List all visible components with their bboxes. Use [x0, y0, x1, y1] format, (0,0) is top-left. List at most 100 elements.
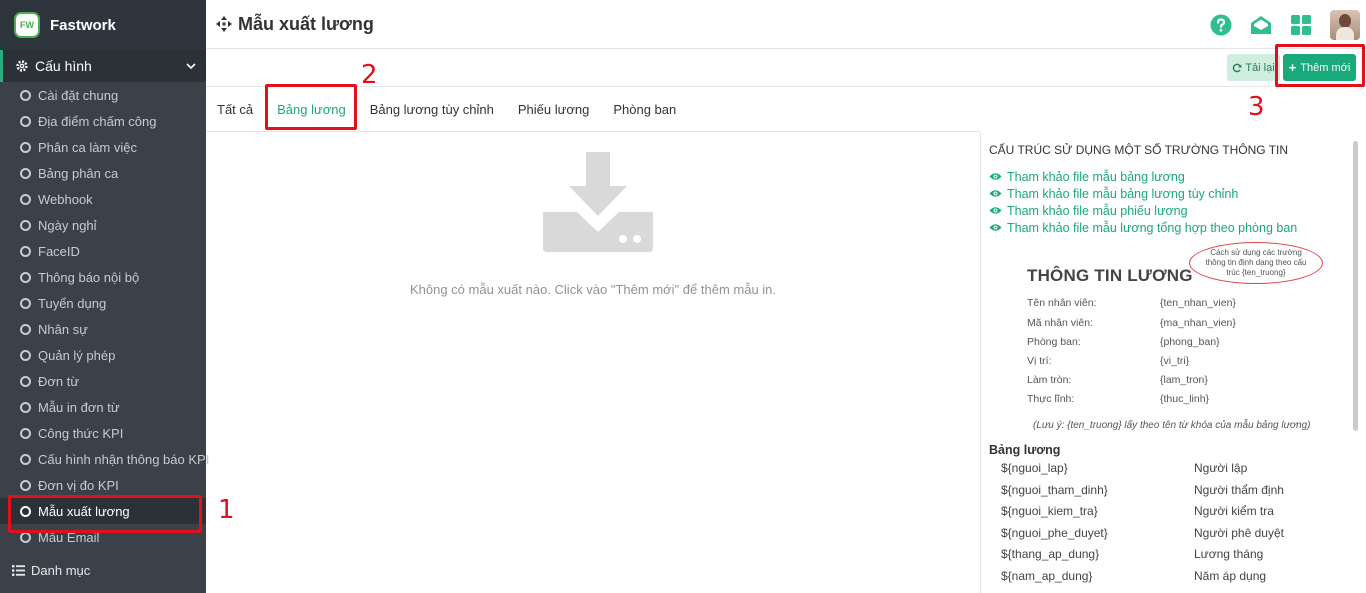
sidebar-item-label: Đơn vị đo KPI	[38, 477, 119, 493]
field-key: ${thang_ap_dung}	[1001, 547, 1100, 562]
sidebar-item-cai-dat-chung[interactable]: Cài đặt chung	[0, 82, 206, 108]
list-icon	[12, 564, 25, 576]
sidebar-item-phan-ca-lam-viec[interactable]: Phân ca làm việc	[0, 134, 206, 160]
sidebar-section-danh-muc[interactable]: Danh mục	[0, 556, 206, 584]
reload-button[interactable]: Tải lại	[1227, 54, 1280, 81]
sidebar-item-cong-thuc-kpi[interactable]: Công thức KPI	[0, 420, 206, 446]
sample-key: Làm tròn:	[1027, 374, 1072, 386]
eye-icon	[989, 207, 1002, 214]
sidebar-item-faceid[interactable]: FaceID	[0, 238, 206, 264]
apps-grid-icon[interactable]	[1290, 14, 1312, 36]
circle-icon	[20, 479, 31, 491]
eye-icon	[989, 173, 1002, 180]
sidebar-item-webhook[interactable]: Webhook	[0, 186, 206, 212]
sidebar-item-label: Webhook	[38, 191, 93, 207]
sidebar-item-thong-bao-noi-bo[interactable]: Thông báo nội bộ	[0, 264, 206, 290]
empty-state: Không có mẫu xuất nào. Click vào "Thêm m…	[206, 132, 980, 593]
sample-image: THÔNG TIN LƯƠNG Cách sử dụng các trường …	[1007, 242, 1347, 438]
sidebar-item-tuyen-dung[interactable]: Tuyển dụng	[0, 290, 206, 316]
field-key: ${nguoi_lap}	[1001, 461, 1068, 475]
link-sample-phieu-luong[interactable]: Tham khảo file mẫu phiếu lương	[989, 202, 1297, 219]
circle-icon	[20, 453, 31, 465]
sample-title: THÔNG TIN LƯƠNG	[1027, 266, 1193, 285]
move-arrows-icon	[216, 16, 232, 32]
panel-title: CẤU TRÚC SỬ DỤNG MỘT SỐ TRƯỜNG THÔNG TIN	[989, 143, 1289, 157]
annotation-box-1	[8, 495, 202, 533]
circle-icon	[20, 297, 31, 309]
sidebar-item-cau-hinh-thong-bao-kpi[interactable]: Cấu hình nhận thông báo KPI	[0, 446, 210, 472]
tab-phieu-luong[interactable]: Phiếu lương	[518, 102, 589, 117]
sidebar-item-label: Quản lý phép	[38, 347, 116, 363]
field-key: ${nguoi_tham_dinh}	[1001, 482, 1108, 497]
sidebar-item-nhan-su[interactable]: Nhân sự	[0, 316, 206, 342]
field-structure-panel: CẤU TRÚC SỬ DỤNG MỘT SỐ TRƯỜNG THÔNG TIN…	[980, 132, 1366, 593]
field-row: ${thang_ap_dung} Lương tháng	[1001, 547, 1341, 569]
link-sample-bang-luong[interactable]: Tham khảo file mẫu bảng lương	[989, 168, 1297, 185]
circle-icon	[20, 115, 31, 127]
sample-value: {lam_tron}	[1160, 374, 1208, 386]
sidebar-item-label: Thông báo nội bộ	[38, 269, 140, 285]
link-sample-bang-luong-tuy-chinh[interactable]: Tham khảo file mẫu bảng lương tùy chỉnh	[989, 185, 1297, 202]
sidebar-item-label: Công thức KPI	[38, 425, 124, 441]
chevron-down-icon	[186, 63, 196, 70]
circle-icon	[20, 193, 31, 205]
sidebar-item-label: Bảng phân ca	[38, 165, 119, 181]
field-desc: Người lập	[1194, 461, 1248, 475]
sidebar-item-dia-diem-cham-cong[interactable]: Địa điểm chấm công	[0, 108, 206, 134]
callout-bubble: Cách sử dụng các trường thông tin định d…	[1189, 242, 1323, 284]
circle-icon	[20, 349, 31, 361]
circle-icon	[20, 245, 31, 257]
annotation-number-1: 1	[218, 495, 235, 525]
field-desc: Lương tháng	[1194, 547, 1264, 562]
field-desc: Người kiểm tra	[1194, 504, 1274, 519]
sidebar-section-label: Cấu hình	[35, 58, 92, 74]
sample-key: Tên nhân viên:	[1027, 297, 1097, 309]
field-desc: Người phê duyệt	[1194, 525, 1284, 540]
sidebar-item-quan-ly-phep[interactable]: Quản lý phép	[0, 342, 206, 368]
gear-icon	[16, 60, 28, 72]
panel-scrollbar[interactable]	[1353, 141, 1358, 431]
circle-icon	[20, 89, 31, 101]
field-row: ${nguoi_lap} Người lập	[1001, 461, 1341, 483]
page-title: Mẫu xuất lương	[238, 13, 374, 34]
link-label: Tham khảo file mẫu lương tổng hợp theo p…	[1007, 220, 1298, 235]
link-label: Tham khảo file mẫu bảng lương tùy chỉnh	[1007, 186, 1239, 201]
mail-open-icon[interactable]	[1250, 14, 1272, 36]
circle-icon	[20, 531, 31, 543]
annotation-number-2: 2	[361, 60, 378, 90]
link-sample-luong-tong-hop[interactable]: Tham khảo file mẫu lương tổng hợp theo p…	[989, 219, 1297, 236]
field-row: ${nam_ap_dung} Năm áp dụng	[1001, 569, 1341, 591]
sidebar-item-bang-phan-ca[interactable]: Bảng phân ca	[0, 160, 206, 186]
tab-bang-luong-tuy-chinh[interactable]: Bảng lương tùy chỉnh	[370, 102, 494, 117]
toolbar: Tải lại + Thêm mới	[206, 49, 1366, 87]
tab-phong-ban[interactable]: Phòng ban	[613, 102, 676, 117]
sidebar-menu: Cài đặt chung Địa điểm chấm công Phân ca…	[0, 82, 210, 550]
sample-value: {ten_nhan_vien}	[1160, 297, 1236, 309]
bang-luong-heading: Bảng lương	[989, 443, 1061, 457]
sidebar-item-label: Ngày nghỉ	[38, 217, 97, 233]
sidebar-item-ngay-nghi[interactable]: Ngày nghỉ	[0, 212, 206, 238]
brand-name: Fastwork	[50, 16, 116, 34]
sample-key: Vị trí:	[1027, 355, 1052, 367]
field-key: ${nguoi_phe_duyet}	[1001, 525, 1108, 540]
annotation-number-3: 3	[1248, 92, 1265, 122]
avatar[interactable]	[1330, 10, 1360, 40]
link-label: Tham khảo file mẫu bảng lương	[1007, 169, 1185, 184]
sample-value: {phong_ban}	[1160, 336, 1220, 348]
sidebar-item-label: Đơn từ	[38, 373, 80, 389]
brand[interactable]: FW Fastwork	[0, 0, 206, 50]
sidebar-item-don-tu[interactable]: Đơn từ	[0, 368, 206, 394]
bang-luong-field-list: ${nguoi_lap} Người lập ${nguoi_tham_dinh}…	[1001, 461, 1341, 591]
sidebar-section-config[interactable]: Cấu hình	[0, 50, 206, 82]
field-row: ${nguoi_kiem_tra} Người kiểm tra	[1001, 504, 1341, 526]
tab-tat-ca[interactable]: Tất cả	[217, 102, 253, 117]
sidebar-item-label: Cấu hình nhận thông báo KPI	[38, 451, 210, 467]
sample-note: (Lưu ý: {ten_truong} lấy theo tên từ khó…	[1033, 420, 1311, 431]
sidebar-item-label: Cài đặt chung	[38, 87, 119, 103]
sidebar-item-label: Phân ca làm việc	[38, 139, 137, 155]
page-header: Mẫu xuất lương	[206, 0, 1366, 49]
help-icon[interactable]	[1210, 14, 1232, 36]
eye-icon	[989, 224, 1002, 231]
sidebar-item-mau-in-don-tu[interactable]: Mẫu in đơn từ	[0, 394, 206, 420]
circle-icon	[20, 141, 31, 153]
